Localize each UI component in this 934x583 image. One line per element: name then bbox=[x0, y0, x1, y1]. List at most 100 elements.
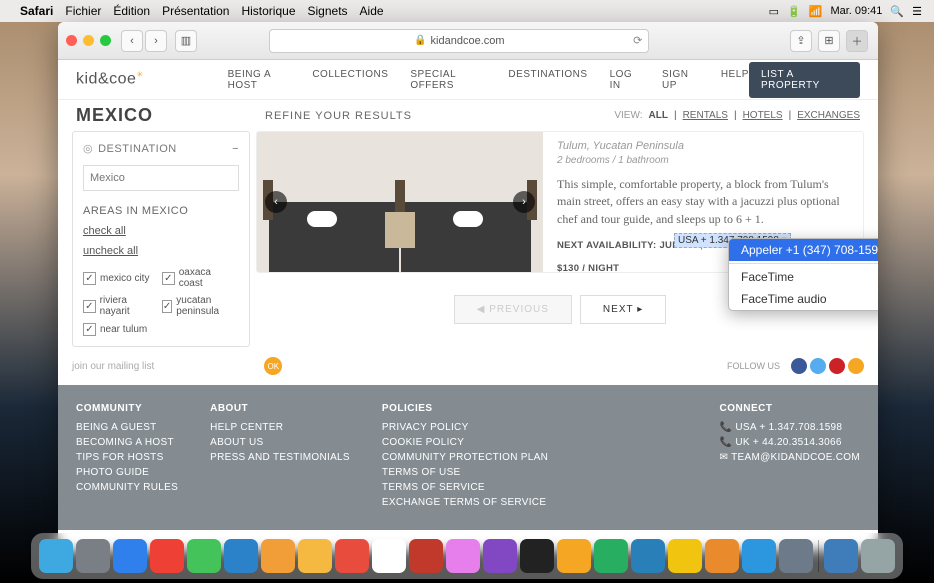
view-all[interactable]: ALL bbox=[649, 110, 668, 121]
cb-mexico-city[interactable]: mexico city bbox=[83, 267, 158, 289]
control-center-icon[interactable]: ☰ bbox=[912, 5, 922, 18]
ctx-facetime-audio[interactable]: FaceTime audio bbox=[729, 288, 878, 310]
lock-icon: 🔒 bbox=[414, 35, 426, 46]
dock-app-20[interactable] bbox=[779, 539, 813, 573]
facebook-icon[interactable] bbox=[791, 358, 807, 374]
minus-icon[interactable]: − bbox=[232, 143, 239, 155]
menu-file[interactable]: Fichier bbox=[65, 4, 101, 18]
app-name[interactable]: Safari bbox=[20, 4, 53, 18]
footer-link[interactable]: TERMS OF USE bbox=[382, 467, 548, 478]
nav-login[interactable]: LOG IN bbox=[610, 69, 640, 91]
sidebar-button[interactable]: ▥ bbox=[175, 30, 197, 52]
dock-app-19[interactable] bbox=[742, 539, 776, 573]
footer-link[interactable]: TIPS FOR HOSTS bbox=[76, 452, 178, 463]
carousel-next-icon[interactable]: › bbox=[513, 191, 535, 213]
dock-app-14[interactable] bbox=[557, 539, 591, 573]
footer-link[interactable]: COMMUNITY PROTECTION PLAN bbox=[382, 452, 548, 463]
phone-uk[interactable]: 📞 UK + 44.20.3514.3066 bbox=[720, 437, 860, 448]
footer-link[interactable]: ABOUT US bbox=[210, 437, 350, 448]
mailing-ok-button[interactable]: OK bbox=[264, 357, 282, 375]
dock-app-3[interactable] bbox=[150, 539, 184, 573]
reload-icon[interactable]: ⟳ bbox=[633, 34, 642, 47]
next-button[interactable]: NEXT ▸ bbox=[580, 295, 666, 324]
twitter-icon[interactable] bbox=[810, 358, 826, 374]
footer-link[interactable]: PRESS AND TESTIMONIALS bbox=[210, 452, 350, 463]
dock-app-13[interactable] bbox=[520, 539, 554, 573]
dock-app-7[interactable] bbox=[298, 539, 332, 573]
view-rentals[interactable]: RENTALS bbox=[683, 110, 728, 121]
dock-app-12[interactable] bbox=[483, 539, 517, 573]
dock-app-11[interactable] bbox=[446, 539, 480, 573]
uncheck-all-link[interactable]: uncheck all bbox=[83, 245, 239, 257]
menu-help[interactable]: Aide bbox=[360, 4, 384, 18]
check-all-link[interactable]: check all bbox=[83, 225, 239, 237]
footer-link[interactable]: PHOTO GUIDE bbox=[76, 467, 178, 478]
dock-app-6[interactable] bbox=[261, 539, 295, 573]
nav-help[interactable]: HELP bbox=[721, 69, 749, 91]
site-logo[interactable]: kid&coe✳ bbox=[76, 70, 144, 88]
address-bar[interactable]: 🔒 kidandcoe.com ⟳ bbox=[269, 29, 649, 53]
footer-link[interactable]: HELP CENTER bbox=[210, 422, 350, 433]
nav-collections[interactable]: COLLECTIONS bbox=[312, 69, 388, 91]
dock-app-4[interactable] bbox=[187, 539, 221, 573]
dock-app-9[interactable] bbox=[372, 539, 406, 573]
cb-yucatan[interactable]: yucatan peninsula bbox=[162, 295, 237, 317]
dock-app-8[interactable] bbox=[335, 539, 369, 573]
airplay-icon[interactable]: ▭ bbox=[769, 5, 779, 18]
dock-app-0[interactable] bbox=[39, 539, 73, 573]
menu-bookmarks[interactable]: Signets bbox=[308, 4, 348, 18]
follow-label: FOLLOW US bbox=[727, 361, 780, 371]
cb-tulum[interactable]: near tulum bbox=[83, 323, 158, 336]
nav-offers[interactable]: SPECIAL OFFERS bbox=[410, 69, 486, 91]
dock-app-15[interactable] bbox=[594, 539, 628, 573]
spotlight-icon[interactable]: 🔍 bbox=[890, 5, 904, 18]
ctx-call-iphone[interactable]: Appeler +1 (347) 708-1598 depuis l'iPhon… bbox=[729, 239, 878, 261]
dock-app-18[interactable] bbox=[705, 539, 739, 573]
menu-history[interactable]: Historique bbox=[241, 4, 295, 18]
property-photo[interactable]: ‹ › bbox=[257, 132, 543, 272]
wifi-icon[interactable]: 📶 bbox=[809, 5, 823, 18]
footer-link[interactable]: PRIVACY POLICY bbox=[382, 422, 548, 433]
clock[interactable]: Mar. 09:41 bbox=[830, 5, 882, 17]
footer-link[interactable]: TERMS OF SERVICE bbox=[382, 482, 548, 493]
dock-app-21[interactable] bbox=[824, 539, 858, 573]
phone-usa[interactable]: 📞 USA + 1.347.708.1598 bbox=[720, 422, 860, 433]
destination-heading[interactable]: DESTINATION− bbox=[83, 142, 239, 155]
email[interactable]: ✉ TEAM@KIDANDCOE.COM bbox=[720, 452, 860, 463]
instagram-icon[interactable] bbox=[848, 358, 864, 374]
carousel-prev-icon[interactable]: ‹ bbox=[265, 191, 287, 213]
battery-icon[interactable]: 🔋 bbox=[787, 5, 801, 18]
dock-app-5[interactable] bbox=[224, 539, 258, 573]
tabs-button[interactable]: ⊞ bbox=[818, 30, 840, 52]
dock-app-2[interactable] bbox=[113, 539, 147, 573]
dock-app-16[interactable] bbox=[631, 539, 665, 573]
cb-oaxaca[interactable]: oaxaca coast bbox=[162, 267, 237, 289]
traffic-lights[interactable] bbox=[66, 35, 111, 46]
dock-app-22[interactable] bbox=[861, 539, 895, 573]
nav-host[interactable]: BEING A HOST bbox=[228, 69, 291, 91]
menu-view[interactable]: Présentation bbox=[162, 4, 229, 18]
footer-link[interactable]: COOKIE POLICY bbox=[382, 437, 548, 448]
dock-app-17[interactable] bbox=[668, 539, 702, 573]
list-property-button[interactable]: LIST A PROPERTY bbox=[749, 62, 860, 98]
forward-button[interactable]: › bbox=[145, 30, 167, 52]
mailing-placeholder[interactable]: join our mailing list bbox=[72, 361, 154, 372]
destination-input[interactable] bbox=[83, 165, 239, 191]
menu-edit[interactable]: Édition bbox=[113, 4, 150, 18]
share-button[interactable]: ⇪ bbox=[790, 30, 812, 52]
footer-link[interactable]: COMMUNITY RULES bbox=[76, 482, 178, 493]
dock-app-1[interactable] bbox=[76, 539, 110, 573]
view-exchanges[interactable]: EXCHANGES bbox=[797, 110, 860, 121]
ctx-facetime[interactable]: FaceTime bbox=[729, 266, 878, 288]
footer-link[interactable]: BECOMING A HOST bbox=[76, 437, 178, 448]
back-button[interactable]: ‹ bbox=[121, 30, 143, 52]
footer-link[interactable]: BEING A GUEST bbox=[76, 422, 178, 433]
view-hotels[interactable]: HOTELS bbox=[743, 110, 783, 121]
dock-app-10[interactable] bbox=[409, 539, 443, 573]
cb-riviera[interactable]: riviera nayarit bbox=[83, 295, 158, 317]
new-tab-button[interactable]: ＋ bbox=[846, 30, 868, 52]
pinterest-icon[interactable] bbox=[829, 358, 845, 374]
nav-destinations[interactable]: DESTINATIONS bbox=[508, 69, 587, 91]
footer-link[interactable]: EXCHANGE TERMS OF SERVICE bbox=[382, 497, 548, 508]
nav-signup[interactable]: SIGN UP bbox=[662, 69, 699, 91]
